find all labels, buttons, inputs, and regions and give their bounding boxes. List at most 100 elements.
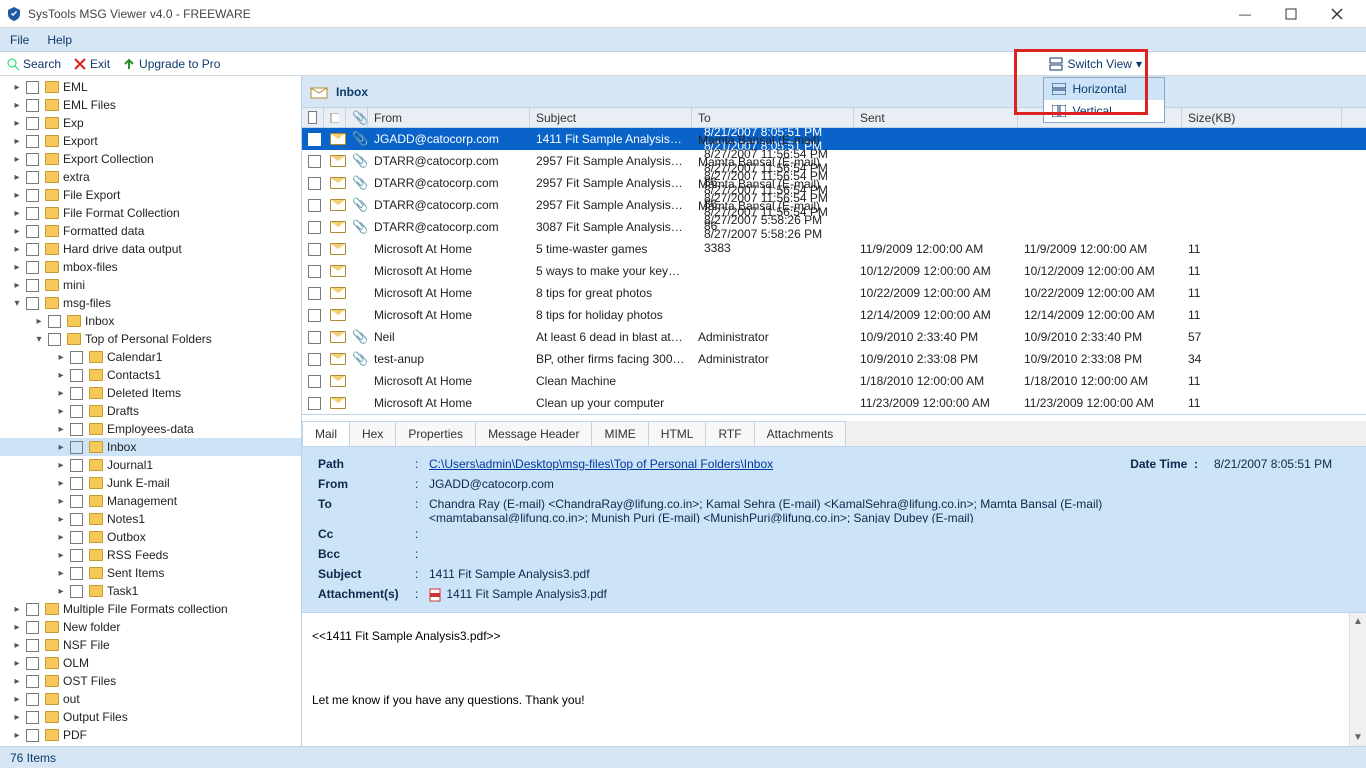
tree-checkbox[interactable] <box>26 135 39 148</box>
col-from[interactable]: From <box>368 108 530 127</box>
tree-item[interactable]: ▸Hard drive data output <box>0 240 301 258</box>
tree-twisty-icon[interactable]: ▸ <box>54 584 68 598</box>
tree-item[interactable]: ▸Export Collection <box>0 150 301 168</box>
tree-checkbox[interactable] <box>70 441 83 454</box>
tab-mail[interactable]: Mail <box>302 421 350 446</box>
tab-attachments[interactable]: Attachments <box>754 421 847 446</box>
tree-item[interactable]: ▸Exp <box>0 114 301 132</box>
row-checkbox[interactable] <box>308 243 321 256</box>
search-button[interactable]: Search <box>6 57 61 71</box>
tree-checkbox[interactable] <box>26 171 39 184</box>
tree-checkbox[interactable] <box>26 189 39 202</box>
switch-view-button[interactable]: Switch View ▾ <box>1043 55 1148 73</box>
tree-checkbox[interactable] <box>70 387 83 400</box>
tree-checkbox[interactable] <box>70 477 83 490</box>
tree-checkbox[interactable] <box>70 513 83 526</box>
tree-checkbox[interactable] <box>26 657 39 670</box>
tree-twisty-icon[interactable]: ▸ <box>54 404 68 418</box>
tree-twisty-icon[interactable]: ▸ <box>10 656 24 670</box>
tree-twisty-icon[interactable]: ▸ <box>10 80 24 94</box>
tree-item[interactable]: ▸Employees-data <box>0 420 301 438</box>
tree-checkbox[interactable] <box>70 423 83 436</box>
exit-button[interactable]: Exit <box>73 57 110 71</box>
tree-item[interactable]: ▸OST Files <box>0 672 301 690</box>
tree-item[interactable]: ▸Inbox <box>0 312 301 330</box>
minimize-button[interactable]: ― <box>1222 0 1268 28</box>
tree-twisty-icon[interactable]: ▸ <box>54 476 68 490</box>
tree-twisty-icon[interactable]: ▸ <box>10 116 24 130</box>
tree-item[interactable]: ▸RSS Feeds <box>0 546 301 564</box>
message-row[interactable]: Microsoft At Home8 tips for holiday phot… <box>302 304 1366 326</box>
tree-checkbox[interactable] <box>26 693 39 706</box>
tree-checkbox[interactable] <box>70 495 83 508</box>
tree-twisty-icon[interactable]: ▸ <box>54 368 68 382</box>
tree-item[interactable]: ▸Deleted Items <box>0 384 301 402</box>
tree-item[interactable]: ▸Contacts1 <box>0 366 301 384</box>
tab-rtf[interactable]: RTF <box>705 421 754 446</box>
tree-item[interactable]: ▸Notes1 <box>0 510 301 528</box>
tree-twisty-icon[interactable]: ▸ <box>54 440 68 454</box>
tree-checkbox[interactable] <box>70 369 83 382</box>
tree-item[interactable]: ▸mini <box>0 276 301 294</box>
tree-checkbox[interactable] <box>26 261 39 274</box>
row-checkbox[interactable] <box>308 177 321 190</box>
tree-twisty-icon[interactable]: ▸ <box>10 710 24 724</box>
tree-checkbox[interactable] <box>26 243 39 256</box>
tree-item[interactable]: ▸EML Files <box>0 96 301 114</box>
tree-checkbox[interactable] <box>26 81 39 94</box>
tree-checkbox[interactable] <box>70 531 83 544</box>
maximize-button[interactable] <box>1268 0 1314 28</box>
message-row[interactable]: Microsoft At Home5 ways to make your key… <box>302 260 1366 282</box>
tree-twisty-icon[interactable]: ▸ <box>10 638 24 652</box>
tree-item[interactable]: ▾msg-files <box>0 294 301 312</box>
tree-item[interactable]: ▸Outbox <box>0 528 301 546</box>
tab-mime[interactable]: MIME <box>591 421 648 446</box>
tree-twisty-icon[interactable]: ▸ <box>10 602 24 616</box>
tree-item[interactable]: ▾Top of Personal Folders <box>0 330 301 348</box>
tree-checkbox[interactable] <box>70 567 83 580</box>
tree-item[interactable]: ▸Inbox <box>0 438 301 456</box>
tree-twisty-icon[interactable]: ▸ <box>10 728 24 742</box>
message-row[interactable]: 📎NeilAt least 6 dead in blast at Ch...Ad… <box>302 326 1366 348</box>
tree-twisty-icon[interactable]: ▸ <box>10 188 24 202</box>
message-list[interactable]: 📎JGADD@catocorp.com1411 Fit Sample Analy… <box>302 128 1366 415</box>
tree-checkbox[interactable] <box>26 729 39 742</box>
tree-twisty-icon[interactable]: ▸ <box>54 458 68 472</box>
row-checkbox[interactable] <box>308 155 321 168</box>
tree-twisty-icon[interactable]: ▸ <box>54 494 68 508</box>
row-checkbox[interactable] <box>308 199 321 212</box>
tree-item[interactable]: ▸extra <box>0 168 301 186</box>
tree-item[interactable]: ▸EML <box>0 78 301 96</box>
tree-checkbox[interactable] <box>26 117 39 130</box>
message-row[interactable]: 📎test-anupBP, other firms facing 300 la.… <box>302 348 1366 370</box>
tab-hex[interactable]: Hex <box>349 421 396 446</box>
tree-twisty-icon[interactable]: ▸ <box>54 350 68 364</box>
scroll-up-icon[interactable]: ▲ <box>1350 613 1366 630</box>
tree-twisty-icon[interactable]: ▸ <box>54 530 68 544</box>
tree-checkbox[interactable] <box>26 279 39 292</box>
tree-item[interactable]: ▸NSF File <box>0 636 301 654</box>
message-row[interactable]: Microsoft At HomeClean Machine1/18/2010 … <box>302 370 1366 392</box>
tree-item[interactable]: ▸mbox-files <box>0 258 301 276</box>
col-subject[interactable]: Subject <box>530 108 692 127</box>
tree-item[interactable]: ▸Output Files <box>0 708 301 726</box>
tab-message-header[interactable]: Message Header <box>475 421 592 446</box>
tree-checkbox[interactable] <box>26 207 39 220</box>
tree-twisty-icon[interactable]: ▾ <box>10 296 24 310</box>
tree-checkbox[interactable] <box>26 99 39 112</box>
tree-twisty-icon[interactable]: ▾ <box>32 332 46 346</box>
tree-item[interactable]: ▸Journal1 <box>0 456 301 474</box>
tree-item[interactable]: ▸File Export <box>0 186 301 204</box>
scroll-down-icon[interactable]: ▼ <box>1350 729 1366 746</box>
tree-twisty-icon[interactable]: ▸ <box>10 674 24 688</box>
col-size[interactable]: Size(KB) <box>1182 108 1342 127</box>
tree-checkbox[interactable] <box>70 585 83 598</box>
col-envelope[interactable] <box>324 108 346 127</box>
tree-twisty-icon[interactable]: ▸ <box>32 314 46 328</box>
tree-checkbox[interactable] <box>26 153 39 166</box>
tree-checkbox[interactable] <box>70 459 83 472</box>
close-button[interactable] <box>1314 0 1360 28</box>
tree-checkbox[interactable] <box>70 405 83 418</box>
tree-item[interactable]: ▸Multiple File Formats collection <box>0 600 301 618</box>
path-value[interactable]: C:\Users\admin\Desktop\msg-files\Top of … <box>429 457 773 471</box>
